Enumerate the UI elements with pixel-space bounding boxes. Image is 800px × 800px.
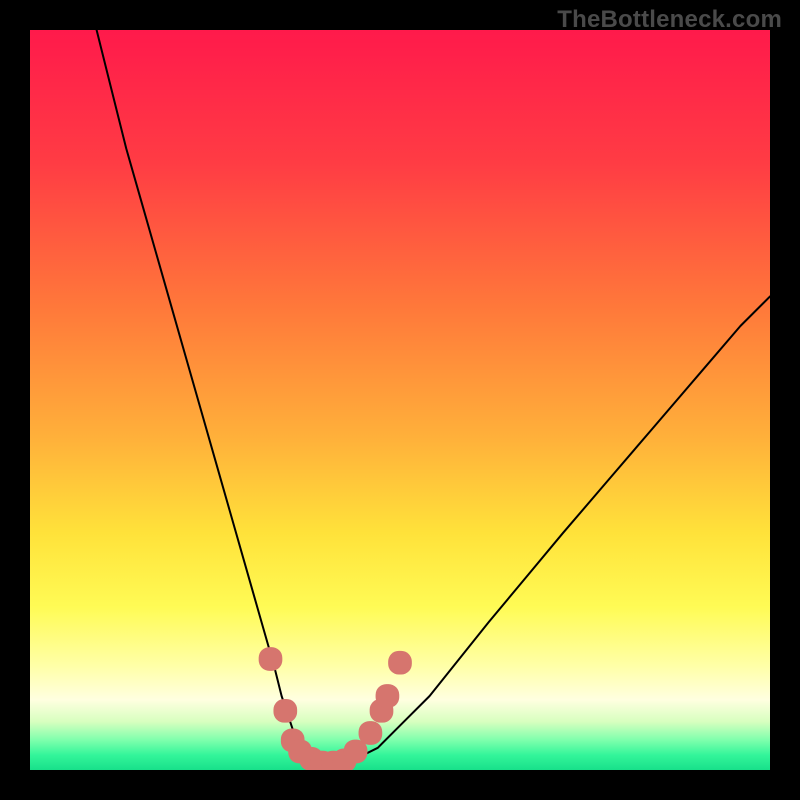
chart-frame: TheBottleneck.com <box>0 0 800 800</box>
data-marker <box>273 699 297 723</box>
data-marker <box>376 684 400 708</box>
data-marker <box>359 721 383 745</box>
data-marker <box>259 647 283 671</box>
plot-area <box>30 30 770 770</box>
chart-svg <box>30 30 770 770</box>
data-marker <box>388 651 412 675</box>
watermark-text: TheBottleneck.com <box>557 6 782 34</box>
